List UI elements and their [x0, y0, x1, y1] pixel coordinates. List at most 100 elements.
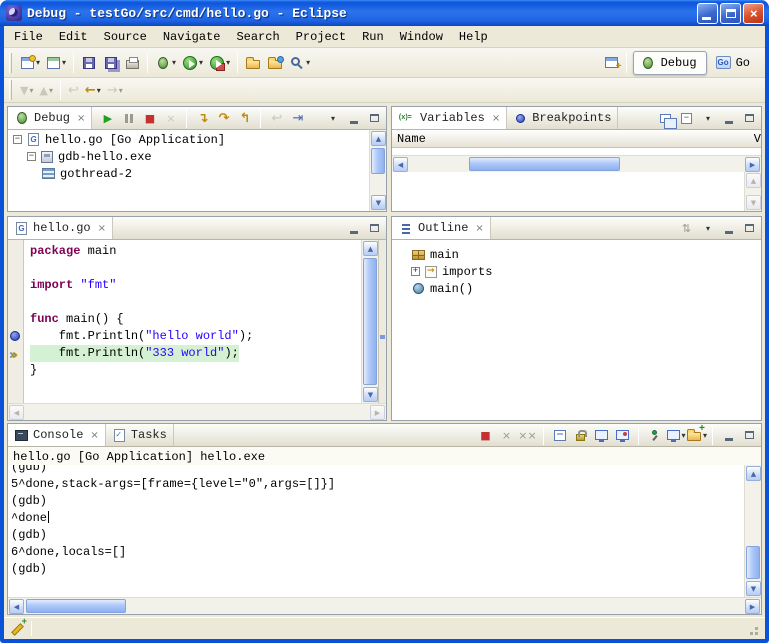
run-launch-button[interactable]: ▾	[179, 51, 206, 75]
close-tab-icon[interactable]: ×	[492, 113, 500, 124]
menu-run[interactable]: Run	[354, 28, 392, 46]
scrollbar-thumb[interactable]	[26, 599, 126, 613]
toolbar-handle[interactable]	[9, 53, 12, 73]
search-button[interactable]: ▾	[286, 51, 313, 75]
tree-row[interactable]: −gdb-hello.exe	[8, 148, 369, 165]
last-edit-location-button[interactable]: ↩	[65, 78, 82, 102]
minimize-view-button[interactable]	[344, 219, 363, 238]
minimize-view-button[interactable]	[719, 109, 738, 128]
menu-project[interactable]: Project	[288, 28, 354, 46]
scrollbar-track[interactable]	[25, 404, 369, 420]
tab-outline[interactable]: Outline ×	[392, 217, 491, 239]
maximize-view-button[interactable]	[740, 109, 759, 128]
maximize-view-button[interactable]	[365, 109, 384, 128]
toolbar-handle[interactable]	[9, 80, 12, 100]
external-tools-button[interactable]: ▾	[206, 51, 233, 75]
console-output[interactable]: (gdb)5^done,stack-args=[frame={level="0"…	[8, 465, 744, 597]
tab-breakpoints[interactable]: Breakpoints	[507, 107, 618, 129]
close-tab-icon[interactable]: ×	[98, 223, 106, 234]
menu-window[interactable]: Window	[392, 28, 451, 46]
scrollbar-track[interactable]	[362, 257, 378, 386]
chevron-down-icon[interactable]: ▾	[97, 86, 101, 95]
open-resource-button[interactable]	[264, 51, 286, 75]
code-line[interactable]: func main() {	[8, 311, 361, 328]
console-vscrollbar[interactable]: ▲ ▼	[744, 465, 761, 597]
chevron-down-icon[interactable]: ▾	[226, 58, 230, 67]
breakpoint-icon[interactable]	[10, 331, 20, 341]
chevron-down-icon[interactable]: ▾	[172, 58, 176, 67]
perspective-debug-button[interactable]: Debug	[633, 51, 707, 75]
scroll-down-button[interactable]: ▼	[363, 387, 378, 402]
remove-all-launches-button[interactable]: ××	[518, 426, 537, 445]
code-line[interactable]: » fmt.Println("333 world");	[8, 345, 361, 362]
scrollbar-track[interactable]	[25, 598, 744, 614]
window-minimize-button[interactable]	[697, 3, 718, 24]
view-menu-button[interactable]: ▾	[323, 109, 342, 128]
clear-console-button[interactable]	[550, 426, 569, 445]
resize-grip[interactable]	[745, 622, 759, 636]
overview-ruler[interactable]	[378, 240, 386, 403]
overview-marker[interactable]	[380, 335, 385, 339]
code-line[interactable]	[8, 260, 361, 277]
console-hscrollbar[interactable]: ◀ ▶	[8, 597, 761, 614]
tab-tasks[interactable]: Tasks	[106, 424, 174, 446]
scrollbar-track[interactable]	[745, 189, 761, 194]
forward-button[interactable]: →▾	[104, 78, 126, 102]
menu-navigate[interactable]: Navigate	[155, 28, 229, 46]
code-line[interactable]: import "fmt"	[8, 277, 361, 294]
step-return-button[interactable]: ↰	[235, 109, 254, 128]
view-menu-button[interactable]: ▾	[698, 109, 717, 128]
use-step-filters-button[interactable]: ⇥	[288, 109, 307, 128]
chevron-down-icon[interactable]: ▾	[306, 58, 310, 67]
scroll-down-button[interactable]: ▼	[371, 195, 386, 210]
open-type-button[interactable]	[242, 51, 264, 75]
gutter-marker[interactable]	[10, 331, 20, 341]
scroll-up-button[interactable]: ▲	[371, 131, 386, 146]
chevron-down-icon[interactable]: ▾	[49, 86, 53, 95]
collapse-all-button[interactable]	[677, 109, 696, 128]
resume-button[interactable]: ▶	[98, 109, 117, 128]
detail-vscrollbar[interactable]: ▲ ▼	[744, 172, 761, 211]
variables-hscrollbar[interactable]: ◀ ▶	[392, 155, 761, 172]
print-button[interactable]	[122, 51, 143, 75]
close-tab-icon[interactable]: ×	[77, 113, 85, 124]
show-stderr-button[interactable]	[613, 426, 632, 445]
scrollbar-thumb[interactable]	[469, 157, 620, 171]
scroll-up-button[interactable]: ▲	[746, 466, 761, 481]
tree-expander[interactable]: −	[27, 152, 36, 161]
scroll-right-button[interactable]: ▶	[745, 599, 760, 614]
scroll-left-button[interactable]: ◀	[9, 405, 24, 420]
debug-launch-button[interactable]: ▾	[152, 51, 179, 75]
step-over-button[interactable]: ↷	[214, 109, 233, 128]
scrollbar-track[interactable]	[370, 147, 386, 194]
tree-expander[interactable]: −	[13, 135, 22, 144]
maximize-view-button[interactable]	[365, 219, 384, 238]
open-console-button[interactable]: ▾	[687, 426, 706, 445]
tab-variables[interactable]: Variables ×	[392, 107, 507, 129]
column-name[interactable]: Name	[397, 132, 426, 146]
column-value[interactable]: V	[754, 132, 761, 146]
remove-launch-button[interactable]: ×	[497, 426, 516, 445]
code-line[interactable]: fmt.Println("hello world");	[8, 328, 361, 345]
code-line[interactable]	[8, 294, 361, 311]
variables-column-header[interactable]: Name V	[392, 130, 761, 148]
menu-edit[interactable]: Edit	[51, 28, 96, 46]
minimize-view-button[interactable]	[719, 219, 738, 238]
scroll-down-button[interactable]: ▼	[746, 581, 761, 596]
debug-scrollbar[interactable]: ▲ ▼	[369, 130, 386, 211]
disconnect-button[interactable]: ×	[161, 109, 180, 128]
code-area[interactable]: package main import "fmt" func main() { …	[8, 240, 361, 403]
scroll-right-button[interactable]: ▶	[745, 157, 760, 172]
chevron-down-icon[interactable]: ▾	[36, 58, 40, 67]
suspend-button[interactable]	[119, 109, 138, 128]
perspective-go-button[interactable]: Go	[709, 51, 760, 75]
scroll-left-button[interactable]: ◀	[393, 157, 408, 172]
save-button[interactable]	[78, 51, 100, 75]
minimize-view-button[interactable]	[719, 426, 738, 445]
fast-view-icon[interactable]	[10, 621, 25, 636]
scrollbar-track[interactable]	[745, 482, 761, 580]
step-into-button[interactable]: ↴	[193, 109, 212, 128]
editor-vscrollbar[interactable]: ▲ ▼	[361, 240, 378, 403]
scrollbar-track[interactable]	[409, 156, 744, 172]
scroll-lock-button[interactable]	[571, 426, 590, 445]
